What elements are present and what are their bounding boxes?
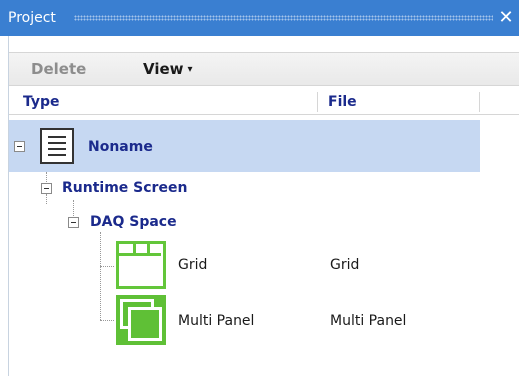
document-list-icon [40, 128, 74, 164]
multi-panel-icon [116, 295, 166, 345]
tree-row-noname[interactable] [9, 120, 480, 172]
tree-connector [100, 266, 114, 267]
collapse-icon[interactable] [14, 141, 25, 152]
tree-connector [100, 232, 101, 320]
tree-label-noname[interactable]: Noname [88, 139, 153, 155]
panel-title: Project [8, 10, 56, 26]
tree-label-multi-panel[interactable]: Multi Panel [178, 313, 254, 329]
tree-label-runtime-screen[interactable]: Runtime Screen [62, 180, 187, 196]
tree-connector [100, 320, 114, 321]
title-grip [74, 15, 493, 21]
tree-connector [46, 194, 47, 204]
view-menu-button[interactable]: View ▾ [143, 53, 193, 85]
toolbar: Delete View ▾ [9, 52, 519, 86]
column-header-type[interactable]: Type [23, 90, 60, 114]
column-header-file[interactable]: File [328, 90, 357, 114]
title-bar[interactable]: Project ✕ [0, 0, 519, 36]
collapse-icon[interactable] [41, 183, 52, 194]
collapse-icon[interactable] [68, 217, 79, 228]
view-menu-label: View [143, 60, 184, 78]
project-panel: Project ✕ Delete View ▾ Type File Noname … [0, 0, 519, 376]
column-header: Type File [9, 90, 519, 115]
tree-label-daq-space[interactable]: DAQ Space [90, 214, 177, 230]
file-cell-grid: Grid [330, 257, 360, 273]
chevron-down-icon: ▾ [187, 64, 193, 75]
close-icon[interactable]: ✕ [495, 0, 517, 36]
delete-button[interactable]: Delete [31, 53, 86, 85]
tree-label-grid[interactable]: Grid [178, 257, 207, 273]
tree-connector [73, 200, 74, 216]
column-divider[interactable] [479, 92, 480, 112]
grid-icon [116, 241, 166, 289]
column-divider[interactable] [317, 92, 318, 112]
file-cell-multi-panel: Multi Panel [330, 313, 407, 329]
panel-left-border [0, 36, 9, 376]
